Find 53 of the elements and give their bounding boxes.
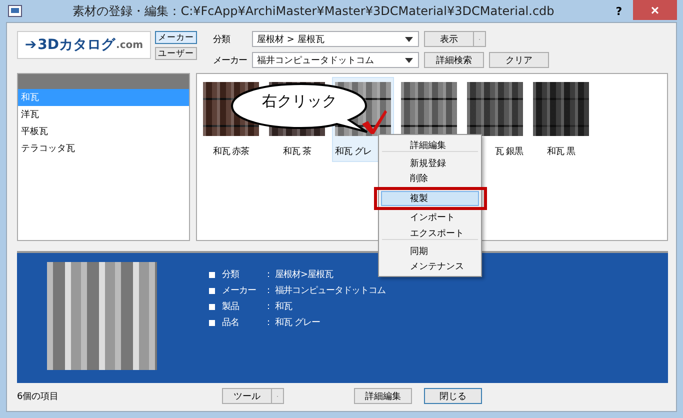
detail-key: 製品 (222, 300, 264, 313)
filter-label: メーカー (213, 54, 247, 66)
detail-value: 和瓦 グレー (275, 316, 321, 329)
material-tile[interactable]: 和瓦 黒 (530, 77, 592, 162)
action-button[interactable]: クリア (489, 52, 549, 68)
close-button[interactable]: 閉じる (424, 388, 482, 404)
dropdown-button[interactable] (272, 388, 284, 404)
detail-key: 分類 (222, 268, 264, 281)
checkmark-icon (360, 108, 388, 136)
bullet-icon (209, 320, 215, 326)
menu-item[interactable]: エクスポート (381, 225, 479, 244)
bullet-icon (209, 272, 215, 278)
detail-key: メーカー (222, 284, 264, 297)
menu-item[interactable]: 複製 (381, 191, 479, 206)
action-button[interactable]: 詳細編集 (354, 388, 412, 404)
category-item[interactable]: 平板瓦 (18, 123, 189, 140)
menu-item[interactable]: インポート (381, 210, 479, 225)
filter-dropdown[interactable]: 福井コンピュータドットコム (252, 52, 419, 68)
material-label: 瓦 銀黒 (494, 146, 523, 157)
filter-label: 分類 (213, 34, 232, 46)
filter-dropdown[interactable]: 屋根材 > 屋根瓦 (252, 31, 419, 47)
detail-value: 和瓦 (275, 300, 294, 313)
app-icon (8, 5, 22, 17)
window-title: 素材の登録・編集：C:¥FcApp¥ArchiMaster¥Master¥3DCMaterial¥3DCMaterial.cdb (72, 2, 556, 20)
source-toggle[interactable]: ユーザー (155, 47, 197, 60)
split-button[interactable]: 表示 (424, 31, 474, 47)
material-label: 和瓦 グレ (335, 146, 372, 157)
detail-value: 福井コンピュータドットコム (275, 284, 386, 297)
logo: ➔3Dカタログ.com (17, 31, 151, 59)
material-label: 和瓦 赤茶 (212, 146, 250, 157)
material-label: 和瓦 茶 (282, 146, 312, 157)
menu-item[interactable]: 削除 (381, 171, 479, 186)
detail-separator: ： (264, 317, 274, 329)
category-item[interactable]: 洋瓦 (18, 106, 189, 123)
bullet-icon (209, 288, 215, 294)
category-item[interactable]: テラコッタ瓦 (18, 140, 189, 157)
detail-value: 屋根材>屋根瓦 (275, 268, 334, 281)
action-button[interactable]: 詳細検索 (424, 52, 484, 68)
menu-item[interactable]: メンテナンス (381, 259, 479, 274)
help-button[interactable]: ? (605, 4, 633, 18)
item-count: 6個の項目 (17, 390, 60, 402)
menu-item[interactable]: 詳細編集 (381, 137, 479, 156)
detail-key: 品名 (222, 316, 264, 329)
split-button[interactable]: ツール (222, 388, 272, 404)
detail-separator: ： (264, 285, 274, 297)
detail-separator: ： (264, 301, 274, 313)
dropdown-button[interactable] (474, 31, 486, 47)
detail-separator: ： (264, 269, 274, 281)
bullet-icon (209, 304, 215, 310)
material-label: 和瓦 黒 (546, 146, 576, 157)
menu-item[interactable]: 同期 (381, 244, 479, 259)
source-toggle[interactable]: メーカー (155, 31, 197, 44)
close-button[interactable]: × (633, 0, 677, 20)
